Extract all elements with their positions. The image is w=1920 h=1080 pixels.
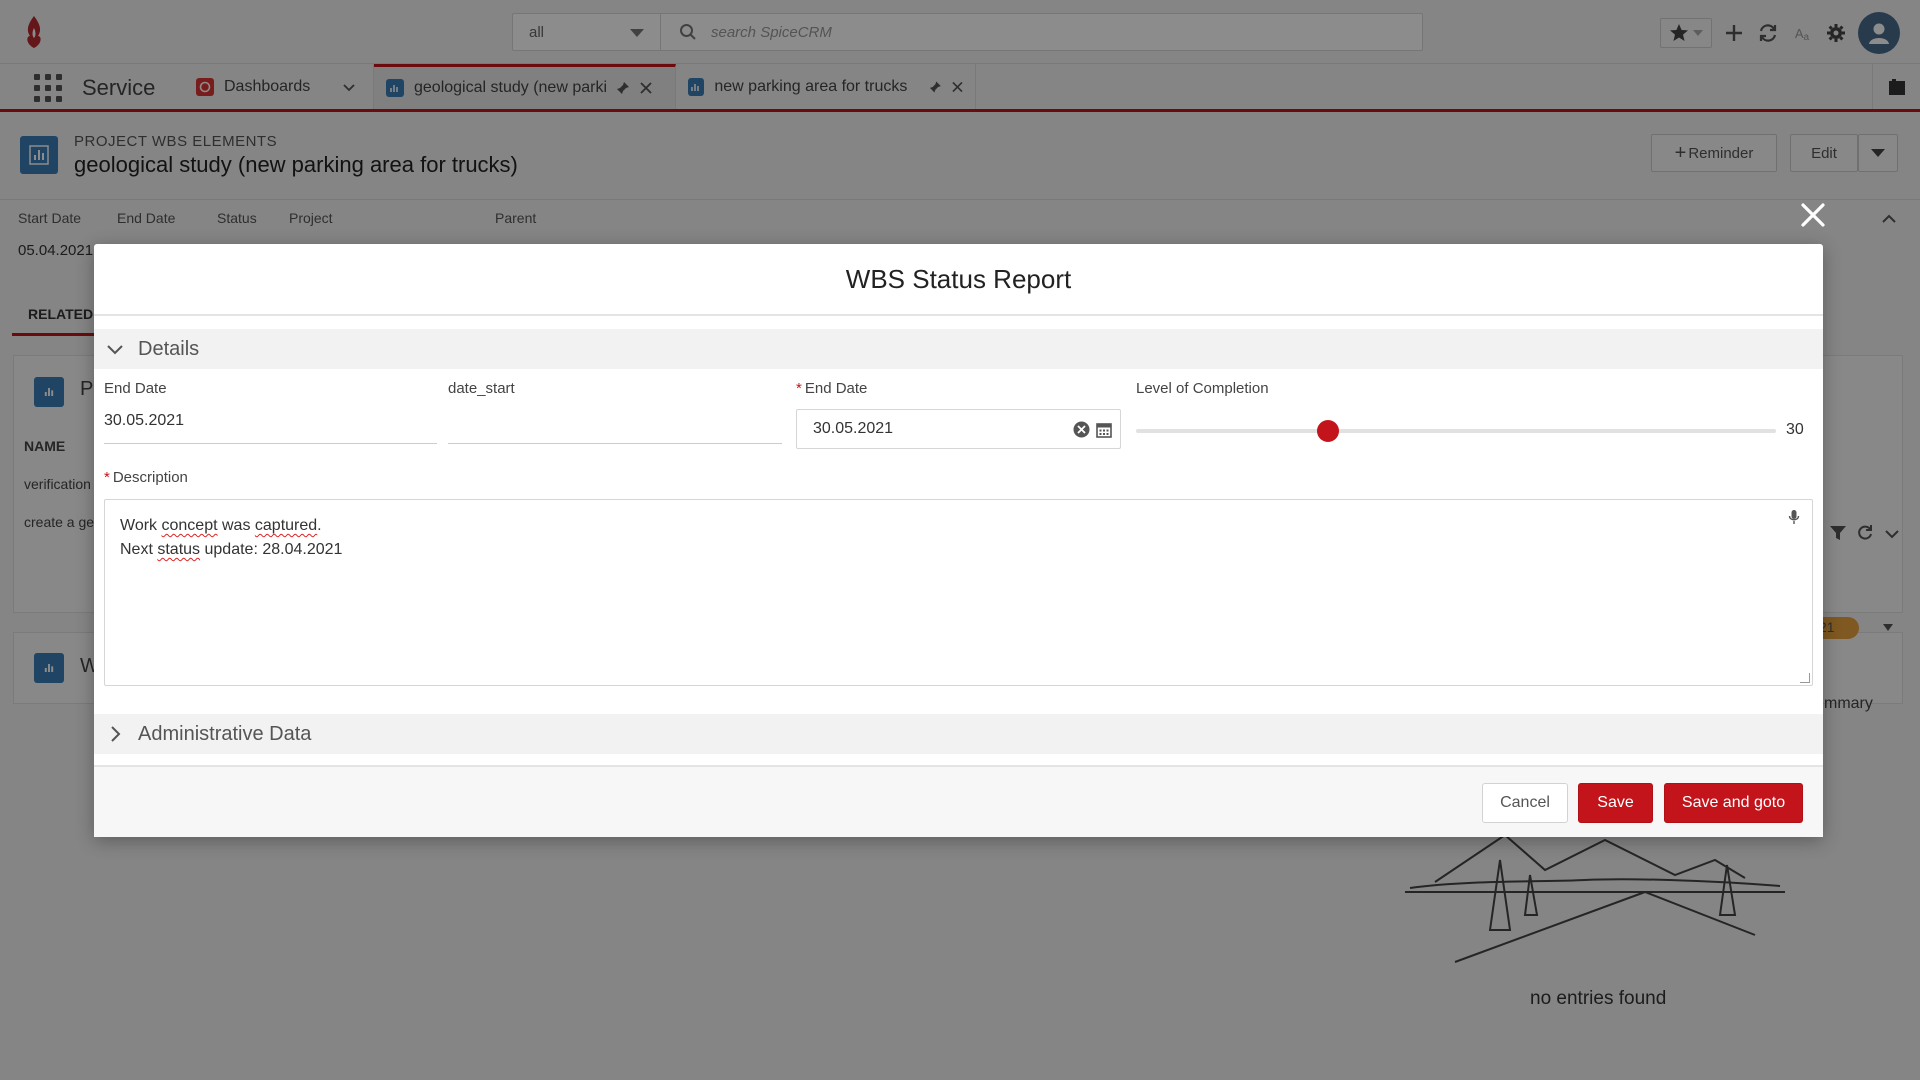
- end-date-ro-value: 30.05.2021: [104, 412, 185, 429]
- end-date-label: * End Date: [796, 380, 867, 397]
- clear-icon[interactable]: [1073, 421, 1090, 438]
- spellcheck-word: status: [157, 541, 201, 558]
- save-and-goto-button[interactable]: Save and goto: [1664, 783, 1803, 823]
- chevron-down-icon: [107, 345, 123, 355]
- completion-slider[interactable]: [1136, 420, 1776, 442]
- resize-handle[interactable]: [1800, 673, 1810, 683]
- microphone-icon[interactable]: [1788, 509, 1800, 525]
- chevron-right-icon: [111, 726, 121, 742]
- dialog-title: WBS Status Report: [94, 244, 1823, 316]
- required-marker: *: [104, 469, 110, 486]
- spellcheck-word: captured: [254, 517, 318, 534]
- details-section-title: Details: [138, 337, 200, 360]
- dialog-footer: Cancel Save Save and goto: [94, 765, 1823, 837]
- completion-value: 30: [1786, 421, 1804, 438]
- slider-handle[interactable]: [1317, 420, 1339, 442]
- wbs-status-report-dialog: WBS Status Report Details End Date 30.05…: [94, 244, 1823, 837]
- end-date-ro-label: End Date: [104, 380, 167, 397]
- spellcheck-word: concept: [161, 517, 218, 534]
- end-date-label-text: End Date: [804, 380, 868, 397]
- required-marker: *: [796, 380, 802, 397]
- calendar-icon[interactable]: [1096, 421, 1112, 438]
- description-textarea[interactable]: Work concept was captured. Next status u…: [104, 499, 1813, 686]
- save-button[interactable]: Save: [1578, 783, 1653, 823]
- completion-label: Level of Completion: [1136, 380, 1269, 397]
- date-start-label: date_start: [448, 380, 515, 397]
- close-modal-icon[interactable]: [1796, 198, 1830, 232]
- description-label-text: Description: [112, 469, 188, 486]
- administrative-data-section-title: Administrative Data: [138, 722, 312, 745]
- cancel-button[interactable]: Cancel: [1482, 783, 1568, 823]
- details-section-header[interactable]: Details: [94, 329, 1823, 369]
- description-line: Work concept was captured.: [120, 517, 322, 534]
- administrative-data-section-header[interactable]: Administrative Data: [94, 714, 1823, 754]
- description-line: Next status update: 28.04.2021: [120, 541, 343, 558]
- end-date-value: 30.05.2021: [813, 420, 894, 437]
- end-date-ro-field: 30.05.2021: [104, 404, 437, 444]
- description-label: * Description: [104, 469, 188, 486]
- end-date-input[interactable]: 30.05.2021: [796, 409, 1121, 449]
- date-start-field[interactable]: [448, 404, 782, 444]
